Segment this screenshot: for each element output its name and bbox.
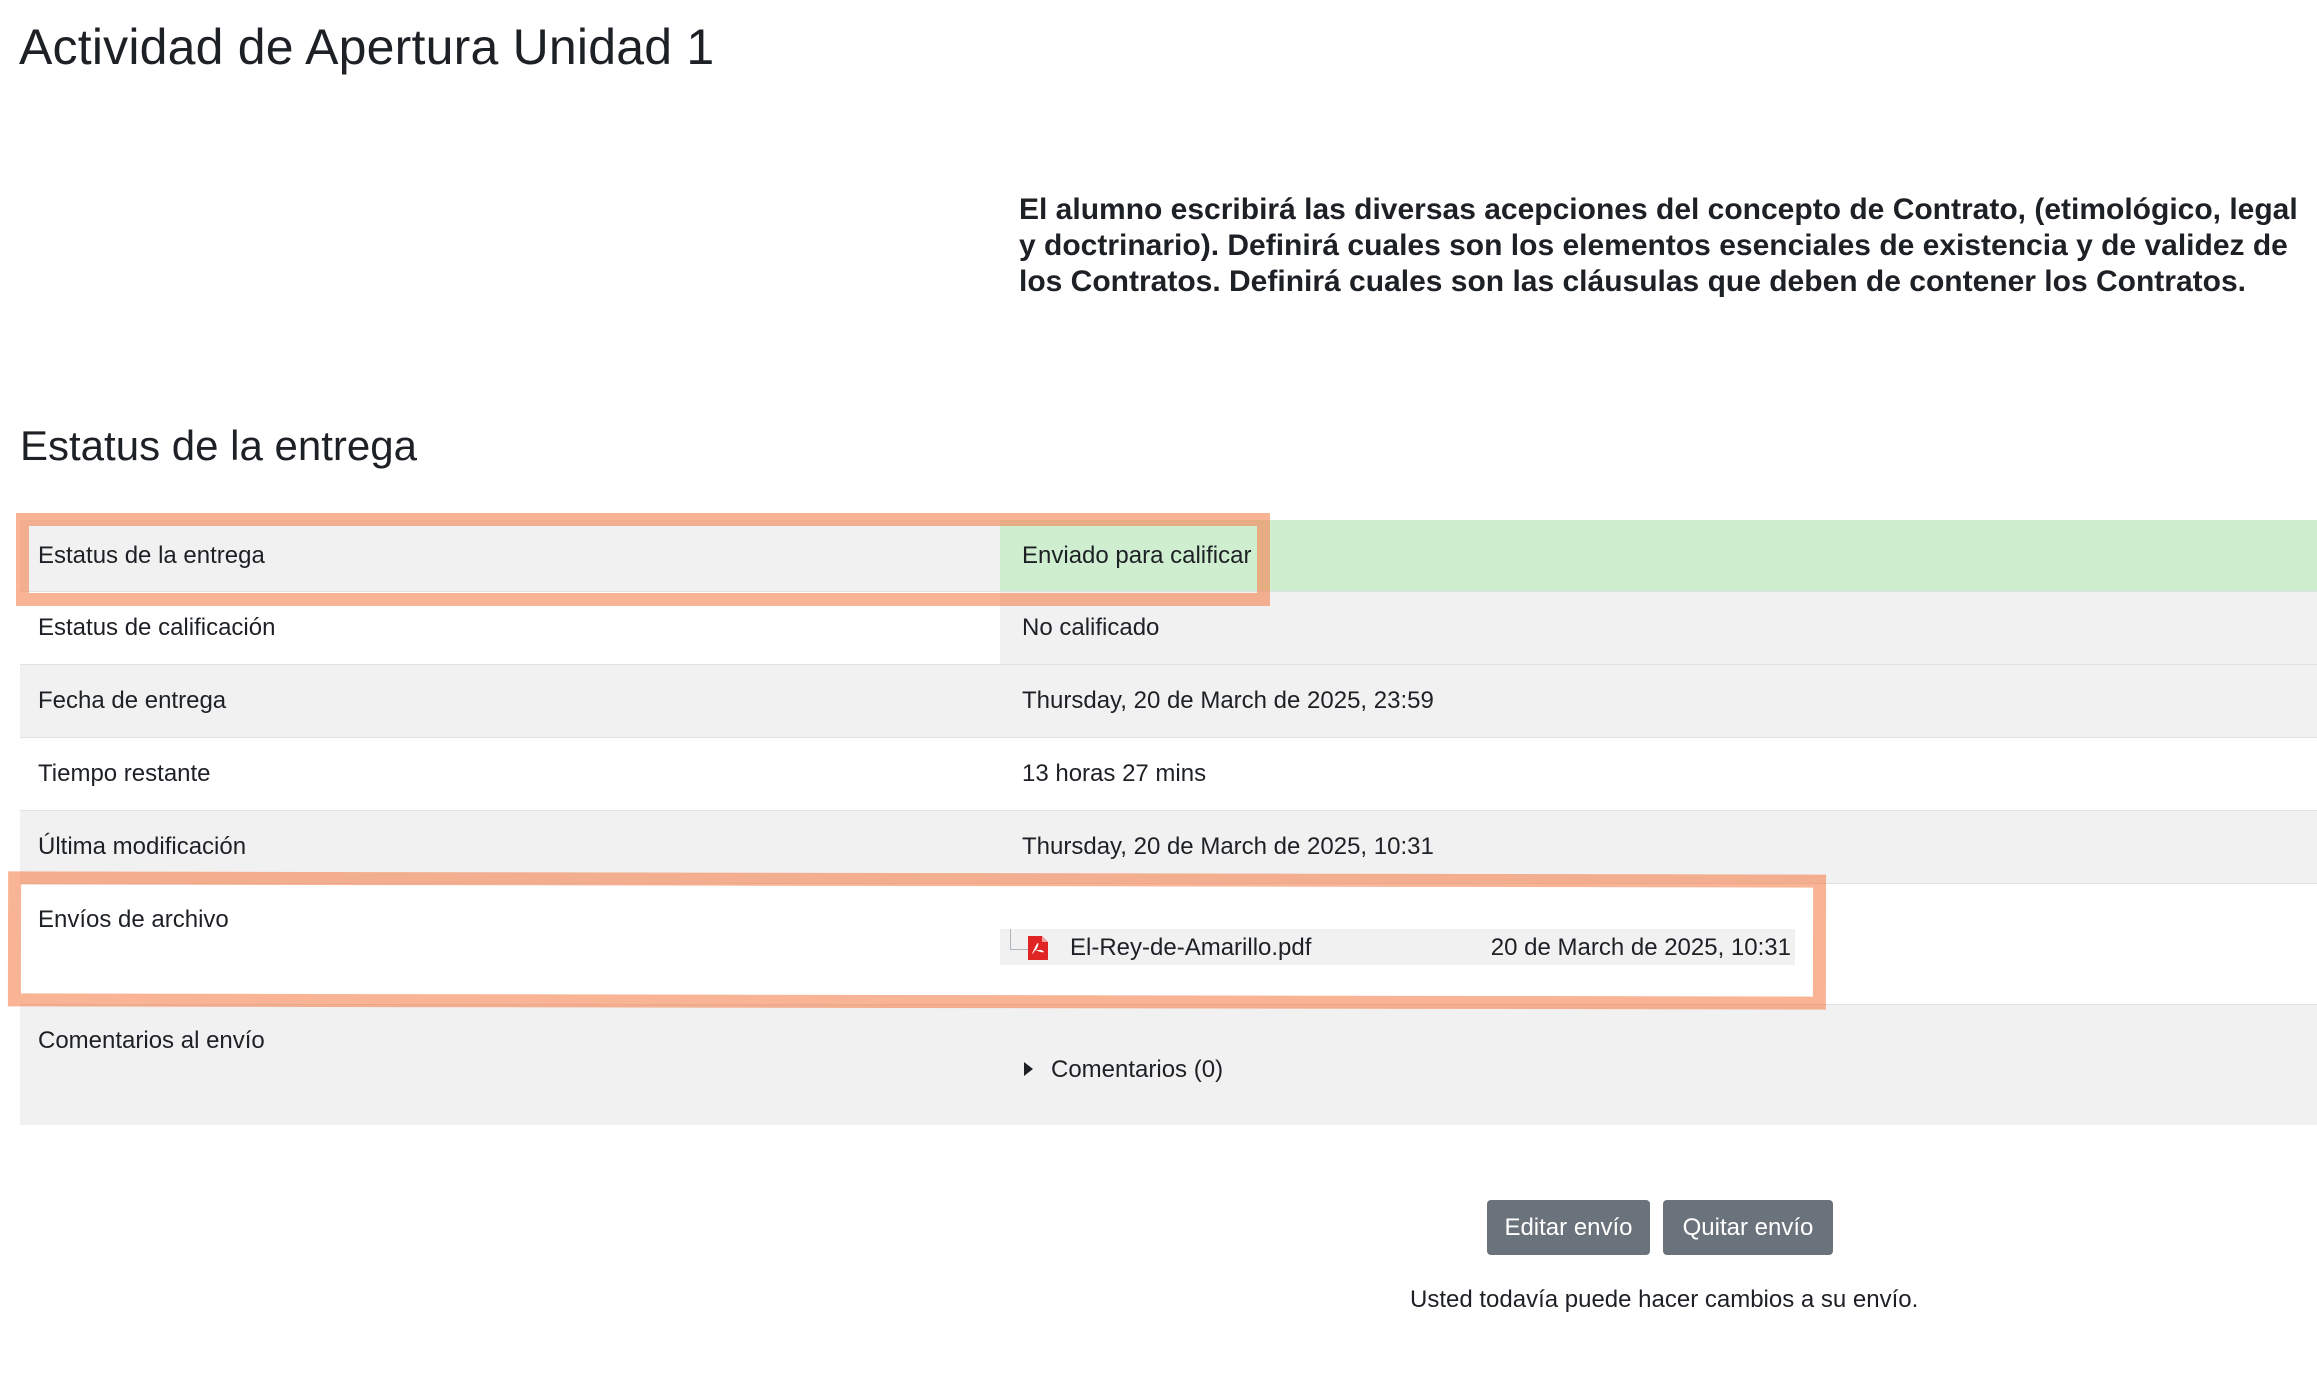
edit-submission-button[interactable]: Editar envío bbox=[1487, 1200, 1650, 1255]
due-date-value: Thursday, 20 de March de 2025, 23:59 bbox=[1022, 687, 1434, 714]
row-value-cell: No calificado bbox=[1000, 592, 2317, 664]
row-label: Comentarios al envío bbox=[38, 1027, 265, 1054]
row-value-cell: Enviado para calificar bbox=[1000, 520, 2317, 591]
table-row-last-modified: Última modificación Thursday, 20 de Marc… bbox=[20, 811, 2317, 884]
submission-status-table: Estatus de la entrega Enviado para calif… bbox=[20, 520, 2317, 1125]
row-value-cell: 13 horas 27 mins bbox=[1000, 738, 2317, 810]
activity-description: El alumno escribirá las diversas acepcio… bbox=[1019, 193, 2298, 298]
file-submission-item: El-Rey-de-Amarillo.pdf 20 de March de 20… bbox=[1000, 929, 1795, 965]
page-title: Actividad de Apertura Unidad 1 bbox=[19, 19, 715, 75]
remove-submission-button[interactable]: Quitar envío bbox=[1663, 1200, 1833, 1255]
caret-right-icon bbox=[1024, 1061, 1033, 1076]
row-label: Última modificación bbox=[38, 833, 247, 860]
submission-status-heading: Estatus de la entrega bbox=[20, 422, 417, 469]
time-remaining-value: 13 horas 27 mins bbox=[1022, 760, 1207, 787]
last-modified-value: Thursday, 20 de March de 2025, 10:31 bbox=[1022, 833, 1434, 860]
row-value-cell: Thursday, 20 de March de 2025, 23:59 bbox=[1000, 665, 2317, 737]
table-row-grading-status: Estatus de calificación No calificado bbox=[20, 592, 2317, 665]
pdf-icon bbox=[1026, 935, 1050, 961]
row-value-cell: Thursday, 20 de March de 2025, 10:31 bbox=[1000, 811, 2317, 883]
submission-status-value: Enviado para calificar bbox=[1022, 542, 1252, 569]
table-row-submission-status: Estatus de la entrega Enviado para calif… bbox=[20, 520, 2317, 592]
table-row-due-date: Fecha de entrega Thursday, 20 de March d… bbox=[20, 665, 2317, 738]
table-row-time-remaining: Tiempo restante 13 horas 27 mins bbox=[20, 738, 2317, 811]
row-label: Estatus de calificación bbox=[38, 614, 276, 641]
row-label: Envíos de archivo bbox=[38, 906, 229, 933]
submission-note: Usted todavía puede hacer cambios a su e… bbox=[1410, 1286, 1919, 1313]
row-label: Estatus de la entrega bbox=[38, 542, 265, 569]
comments-toggle-label: Comentarios (0) bbox=[1051, 1056, 1224, 1083]
row-label: Fecha de entrega bbox=[38, 687, 227, 714]
grading-status-value: No calificado bbox=[1022, 614, 1160, 641]
file-date: 20 de March de 2025, 10:31 bbox=[1490, 934, 1791, 961]
file-link[interactable]: El-Rey-de-Amarillo.pdf bbox=[1070, 934, 1311, 962]
row-label: Tiempo restante bbox=[38, 760, 211, 787]
comments-toggle[interactable]: Comentarios (0) bbox=[1024, 1056, 1223, 1084]
